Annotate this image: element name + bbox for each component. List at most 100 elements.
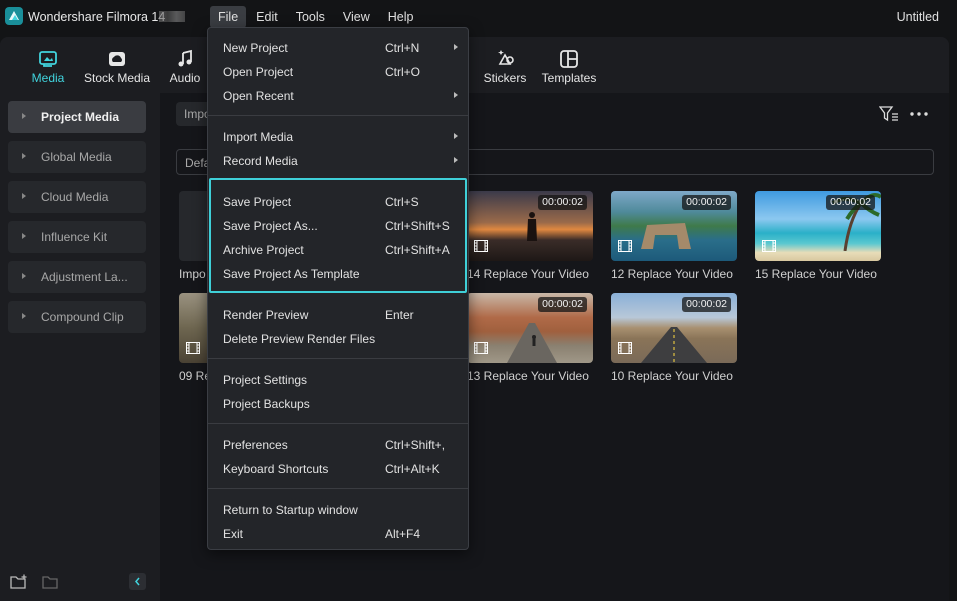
menu-preferences[interactable]: Preferences Ctrl+Shift+, (208, 432, 468, 456)
menu-keyboard-shortcuts[interactable]: Keyboard Shortcuts Ctrl+Alt+K (208, 456, 468, 480)
menu-record-media[interactable]: Record Media (208, 148, 468, 172)
menu-project-settings[interactable]: Project Settings (208, 367, 468, 391)
menu-tools[interactable]: Tools (288, 6, 333, 28)
tool-stock-media[interactable]: Stock Media (82, 37, 152, 93)
tool-media[interactable]: Media (28, 37, 68, 93)
menu-item-label: Save Project (223, 195, 292, 209)
duration-badge: 00:00:02 (538, 297, 587, 312)
menu-item-shortcut: Ctrl+N (385, 41, 420, 55)
menu-archive-project[interactable]: Archive Project Ctrl+Shift+A (208, 237, 468, 261)
menu-open-project[interactable]: Open Project Ctrl+O (208, 59, 468, 83)
media-label: 15 Replace Your Video (755, 267, 877, 281)
project-title: Untitled (896, 10, 939, 24)
menu-item-label: Archive Project (223, 243, 304, 257)
media-icon (39, 51, 57, 67)
submenu-arrow-icon (454, 92, 458, 98)
tool-label: Templates (541, 71, 597, 85)
tool-templates[interactable]: Templates (540, 37, 598, 93)
chevron-left-icon (135, 577, 140, 586)
more-options-icon[interactable] (909, 105, 929, 123)
menu-bar: File Edit Tools View Help (210, 6, 423, 28)
menu-item-label: Record Media (223, 154, 298, 168)
menu-item-label: Project Settings (223, 373, 308, 387)
media-item-15[interactable]: 00:00:02 15 Replace Your Video (755, 191, 881, 281)
sidebar-item-influence-kit[interactable]: Influence Kit (8, 221, 146, 253)
menu-item-shortcut: Ctrl+Alt+K (385, 462, 440, 476)
tool-label: Stock Media (83, 71, 151, 85)
menu-save-project[interactable]: Save Project Ctrl+S (208, 189, 468, 213)
menu-item-shortcut: Ctrl+S (385, 195, 419, 209)
film-strip-icon (618, 342, 632, 354)
tool-stickers[interactable]: Stickers (482, 37, 528, 93)
media-item-14[interactable]: 00:00:02 14 Replace Your Video (467, 191, 593, 281)
menu-item-label: Open Project (223, 65, 294, 79)
menu-item-label: Keyboard Shortcuts (223, 462, 329, 476)
menu-item-shortcut: Alt+F4 (385, 527, 421, 541)
filter-icon[interactable] (879, 105, 899, 123)
sidebar-item-cloud-media[interactable]: Cloud Media (8, 181, 146, 213)
tool-label: Stickers (483, 71, 527, 85)
menu-new-project[interactable]: New Project Ctrl+N (208, 35, 468, 59)
tool-label: Media (31, 71, 65, 85)
menu-help[interactable]: Help (380, 6, 422, 28)
menu-edit[interactable]: Edit (248, 6, 286, 28)
menu-save-project-as[interactable]: Save Project As... Ctrl+Shift+S (208, 213, 468, 237)
menu-render-preview[interactable]: Render Preview Enter (208, 302, 468, 326)
menu-separator (208, 488, 468, 489)
menu-item-shortcut: Ctrl+Shift+S (385, 219, 450, 233)
menu-item-shortcut: Ctrl+Shift+, (385, 438, 446, 452)
tool-label: Audio (169, 71, 201, 85)
top-toolbar: Media Stock Media Audio Stickers Templat… (0, 37, 949, 93)
duration-badge: 00:00:02 (682, 297, 731, 312)
menu-save-as-template[interactable]: Save Project As Template (208, 261, 468, 285)
menu-view[interactable]: View (335, 6, 378, 28)
folder-icon[interactable] (42, 574, 60, 590)
menu-item-label: Project Backups (223, 397, 310, 411)
caret-right-icon (22, 313, 26, 319)
new-folder-icon[interactable] (10, 574, 28, 590)
sidebar-item-adjustment-layer[interactable]: Adjustment La... (8, 261, 146, 293)
media-thumbnail: 00:00:02 (611, 191, 737, 261)
media-label: 14 Replace Your Video (467, 267, 589, 281)
media-thumbnail: 00:00:02 (611, 293, 737, 363)
menu-item-label: Render Preview (223, 308, 309, 322)
stickers-icon (498, 50, 514, 65)
caret-right-icon (22, 153, 26, 159)
file-menu-dropdown: New Project Ctrl+N Open Project Ctrl+O O… (207, 27, 469, 550)
sidebar-item-project-media[interactable]: Project Media (8, 101, 146, 133)
submenu-arrow-icon (454, 157, 458, 163)
film-strip-icon (186, 342, 200, 354)
media-item-12[interactable]: 00:00:02 12 Replace Your Video (611, 191, 737, 281)
menu-separator (208, 358, 468, 359)
tool-audio[interactable]: Audio (166, 37, 204, 93)
collapse-sidebar-button[interactable] (129, 573, 146, 590)
blurred-badge (159, 11, 185, 22)
menu-item-label: Import Media (223, 130, 294, 144)
caret-right-icon (22, 233, 26, 239)
sidebar-item-label: Influence Kit (41, 230, 108, 244)
sidebar-item-label: Compound Clip (41, 310, 124, 324)
menu-separator (208, 115, 468, 116)
duration-badge: 00:00:02 (826, 195, 875, 210)
media-item-10[interactable]: 00:00:02 10 Replace Your Video (611, 293, 737, 383)
media-sidebar: Project Media Global Media Cloud Media I… (0, 93, 160, 601)
menu-exit[interactable]: Exit Alt+F4 (208, 521, 468, 545)
filmora-logo-icon (5, 7, 23, 25)
sidebar-item-compound-clip[interactable]: Compound Clip (8, 301, 146, 333)
sidebar-item-global-media[interactable]: Global Media (8, 141, 146, 173)
menu-file[interactable]: File (210, 6, 247, 28)
menu-import-media[interactable]: Import Media (208, 124, 468, 148)
templates-icon (560, 50, 578, 68)
duration-badge: 00:00:02 (682, 195, 731, 210)
menu-project-backups[interactable]: Project Backups (208, 391, 468, 415)
sidebar-item-label: Cloud Media (41, 190, 109, 204)
media-thumbnail: 00:00:02 (467, 191, 593, 261)
media-label: 10 Replace Your Video (611, 369, 733, 383)
submenu-arrow-icon (454, 133, 458, 139)
menu-return-to-startup[interactable]: Return to Startup window (208, 497, 468, 521)
caret-right-icon (22, 113, 26, 119)
media-item-13[interactable]: 00:00:02 13 Replace Your Video (467, 293, 593, 383)
menu-open-recent[interactable]: Open Recent (208, 83, 468, 107)
menu-delete-render-files[interactable]: Delete Preview Render Files (208, 326, 468, 350)
menu-item-label: Delete Preview Render Files (223, 332, 376, 346)
